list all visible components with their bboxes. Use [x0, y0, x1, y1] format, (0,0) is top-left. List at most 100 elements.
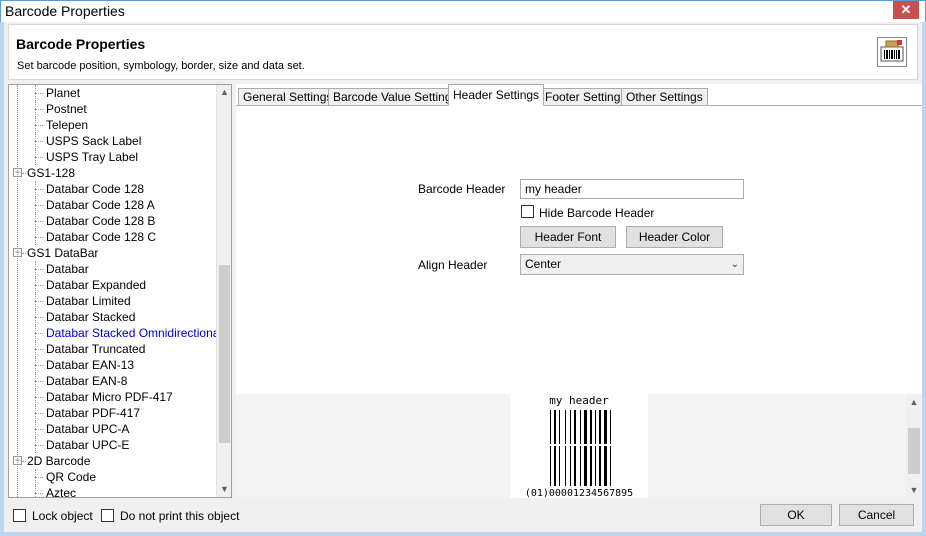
tree-connector: [35, 205, 43, 206]
tree-item[interactable]: Databar Stacked: [46, 309, 135, 325]
tree-item[interactable]: QR Code: [46, 469, 96, 485]
tree-item[interactable]: Planet: [46, 85, 80, 101]
tree-connector: [35, 333, 43, 334]
barcode-bar: [554, 410, 556, 444]
tab-general-settings[interactable]: General Settings: [238, 88, 338, 106]
scroll-down-icon[interactable]: ▼: [906, 482, 922, 498]
tree-connector: [35, 85, 36, 101]
tree-connector: [35, 493, 43, 494]
tab-header-settings[interactable]: Header Settings: [448, 84, 545, 106]
tree-item[interactable]: Databar Limited: [46, 293, 131, 309]
preview-scroll-thumb[interactable]: [908, 428, 920, 474]
tree-connector: [35, 397, 43, 398]
close-button[interactable]: ✕: [893, 1, 919, 19]
tree-item[interactable]: Databar Code 128 C: [46, 229, 156, 245]
tree-item[interactable]: USPS Tray Label: [46, 149, 138, 165]
tree-scroll-thumb[interactable]: [219, 265, 230, 443]
tree-connector: [35, 285, 43, 286]
tree-connector: [35, 237, 43, 238]
tree-item[interactable]: Databar UPC-A: [46, 421, 129, 437]
tree-connector: [35, 413, 43, 414]
tree-item[interactable]: Databar Code 128: [46, 181, 144, 197]
barcode-bar: [584, 410, 587, 444]
ok-button[interactable]: OK: [760, 504, 832, 526]
tree-scrollbar[interactable]: ▲ ▼: [216, 85, 231, 497]
barcode-bar: [550, 446, 551, 486]
tree-item[interactable]: Databar UPC-E: [46, 437, 129, 453]
tree-item[interactable]: Telepen: [46, 117, 88, 133]
tree-item[interactable]: Databar Micro PDF-417: [46, 389, 173, 405]
align-header-value: Center: [525, 257, 562, 271]
tree-item[interactable]: Databar Code 128 A: [46, 197, 155, 213]
do-not-print-checkbox[interactable]: [101, 509, 114, 522]
barcode-bar: [559, 446, 560, 486]
lock-object-checkbox[interactable]: [13, 509, 26, 522]
tree-connector: [35, 429, 43, 430]
preview-scrollbar[interactable]: ▲ ▼: [906, 394, 922, 498]
tree-item[interactable]: Databar Stacked Omnidirectional: [46, 325, 222, 341]
tree-item[interactable]: Aztec: [46, 485, 76, 497]
tree-item[interactable]: Databar Expanded: [46, 277, 146, 293]
barcode-type-tree[interactable]: Planet Postnet Telepen USPS Sack Label USPS …: [8, 84, 232, 498]
window-title: Barcode Properties: [5, 3, 125, 19]
align-header-select[interactable]: Center ⌄: [520, 254, 744, 275]
tree-connector: [35, 373, 36, 389]
tree-connector: [35, 389, 36, 405]
barcode-bar: [570, 410, 571, 444]
tree-connector: [35, 325, 36, 341]
tree-connector: [35, 197, 36, 213]
barcode-bar: [580, 410, 581, 444]
tree-connector: [35, 229, 36, 245]
tree-connector: [35, 357, 36, 373]
barcode-bar: [559, 410, 560, 444]
tree-connector: [22, 173, 26, 174]
tree-connector: [35, 445, 43, 446]
tree-connector: [22, 461, 26, 462]
barcode-bar: [610, 410, 611, 444]
tree-item[interactable]: Databar PDF-417: [46, 405, 140, 421]
scroll-down-icon[interactable]: ▼: [217, 482, 231, 497]
tree-connector: [35, 133, 36, 149]
scroll-up-icon[interactable]: ▲: [217, 85, 231, 100]
hide-header-checkbox[interactable]: [521, 205, 534, 218]
barcode-bars: [550, 410, 611, 486]
lock-object-label: Lock object: [32, 509, 93, 523]
cancel-button[interactable]: Cancel: [839, 504, 914, 526]
barcode-bar: [599, 446, 601, 486]
tree-item[interactable]: Databar EAN-13: [46, 357, 134, 373]
tree-item[interactable]: Databar Truncated: [46, 341, 145, 357]
tree-item[interactable]: Databar Code 128 B: [46, 213, 155, 229]
tree-connector: [35, 277, 36, 293]
tree-item[interactable]: USPS Sack Label: [46, 133, 141, 149]
tab-barcode-value-settings[interactable]: Barcode Value Settings: [328, 88, 463, 106]
barcode-header-label: Barcode Header: [418, 182, 506, 196]
tree-connector: [35, 381, 43, 382]
do-not-print-label: Do not print this object: [120, 509, 240, 523]
barcode-bar: [574, 446, 576, 486]
tree-connector: [35, 93, 43, 94]
header-font-button[interactable]: Header Font: [520, 226, 616, 248]
tree-group[interactable]: GS1 DataBar: [27, 245, 98, 261]
tab-other-settings[interactable]: Other Settings: [621, 88, 708, 106]
barcode-bar: [604, 446, 607, 486]
tree-item[interactable]: Databar: [46, 261, 89, 277]
tree-item[interactable]: Postnet: [46, 101, 87, 117]
barcode-bar: [584, 446, 587, 486]
scroll-up-icon[interactable]: ▲: [906, 394, 922, 410]
tree-connector: [35, 421, 36, 437]
tab-footer-settings[interactable]: Footer Settings: [540, 88, 632, 106]
barcode-bar: [550, 410, 551, 444]
header-color-button[interactable]: Header Color: [626, 226, 723, 248]
barcode-header-input[interactable]: my header: [520, 179, 744, 199]
barcode-bar: [604, 410, 607, 444]
tree-group[interactable]: GS1-128: [27, 165, 75, 181]
tree-connector: [35, 125, 43, 126]
hide-header-label: Hide Barcode Header: [539, 206, 655, 220]
tree-connector: [35, 469, 36, 485]
tree-connector: [35, 405, 36, 421]
tree-connector: [35, 309, 36, 325]
barcode-bar: [595, 446, 596, 486]
tree-group[interactable]: 2D Barcode: [27, 453, 90, 469]
tree-connector: [35, 181, 36, 197]
tree-item[interactable]: Databar EAN-8: [46, 373, 127, 389]
